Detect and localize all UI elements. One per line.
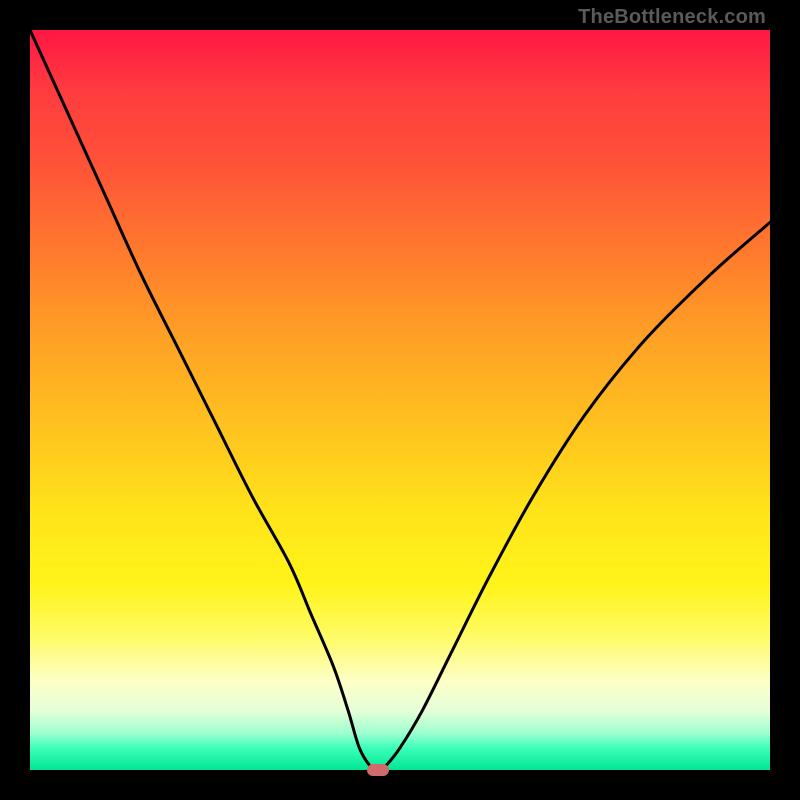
curve-svg <box>30 30 770 770</box>
bottleneck-curve <box>30 30 770 770</box>
watermark-text: TheBottleneck.com <box>578 6 766 29</box>
plot-area <box>30 30 770 770</box>
chart-frame: TheBottleneck.com <box>0 0 800 800</box>
optimum-marker <box>367 764 389 776</box>
